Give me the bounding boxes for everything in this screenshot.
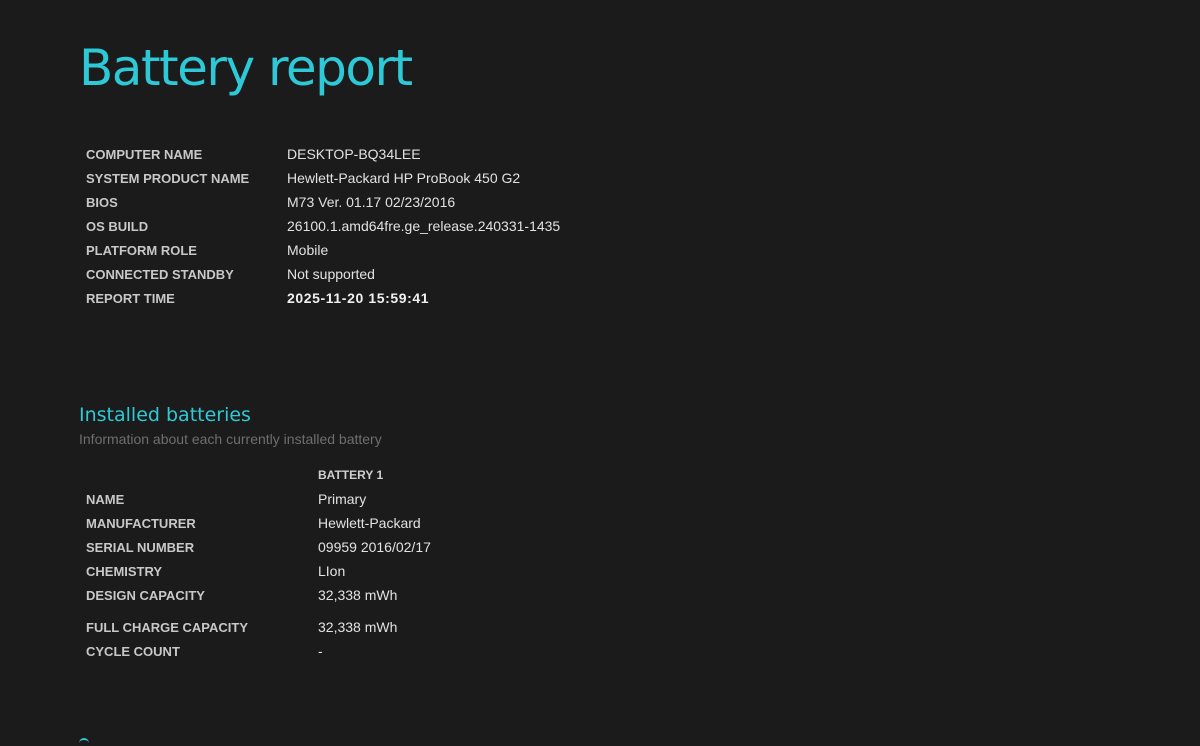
serial-number-label: SERIAL NUMBER xyxy=(86,539,195,555)
info-row-connected-standby: CONNECTED STANDBY Not supported xyxy=(86,262,560,286)
page-title: Battery report xyxy=(79,39,413,97)
bios-label: BIOS xyxy=(86,194,118,210)
battery-name-label: NAME xyxy=(86,491,125,507)
battery-header-row: BATTERY 1 xyxy=(86,463,431,487)
cycle-count-label: CYCLE COUNT xyxy=(86,643,180,659)
installed-batteries-subtitle: Information about each currently install… xyxy=(79,431,382,447)
report-time-value: 2025-11-20 15:59:41 xyxy=(287,290,430,306)
battery-row-design-capacity: DESIGN CAPACITY 32,338 mWh xyxy=(86,583,431,607)
battery-row-full-charge-capacity: FULL CHARGE CAPACITY 32,338 mWh xyxy=(86,615,431,639)
connected-standby-label: CONNECTED STANDBY xyxy=(86,266,234,282)
serial-number-value: 09959 2016/02/17 xyxy=(318,539,431,555)
manufacturer-label: MANUFACTURER xyxy=(86,515,196,531)
battery-name-value: Primary xyxy=(318,491,367,507)
installed-batteries-table: BATTERY 1 NAME Primary MANUFACTURER Hewl… xyxy=(86,463,431,663)
row-spacer xyxy=(86,607,431,615)
bios-value: M73 Ver. 01.17 02/23/2016 xyxy=(287,194,456,210)
info-row-computer-name: COMPUTER NAME DESKTOP-BQ34LEE xyxy=(86,142,560,166)
battery-row-name: NAME Primary xyxy=(86,487,431,511)
battery-header-spacer xyxy=(86,463,318,487)
info-row-system-product-name: SYSTEM PRODUCT NAME Hewlett-Packard HP P… xyxy=(86,166,560,190)
battery-1-column-header: BATTERY 1 xyxy=(318,468,384,482)
info-row-os-build: OS BUILD 26100.1.amd64fre.ge_release.240… xyxy=(86,214,560,238)
next-section-heading-peek xyxy=(79,738,89,746)
report-time-label: REPORT TIME xyxy=(86,290,175,306)
manufacturer-value: Hewlett-Packard xyxy=(318,515,421,531)
platform-role-label: PLATFORM ROLE xyxy=(86,242,197,258)
os-build-value: 26100.1.amd64fre.ge_release.240331-1435 xyxy=(287,218,561,234)
info-row-bios: BIOS M73 Ver. 01.17 02/23/2016 xyxy=(86,190,560,214)
computer-name-label: COMPUTER NAME xyxy=(86,146,203,162)
battery-row-cycle-count: CYCLE COUNT - xyxy=(86,639,431,663)
system-info-table: COMPUTER NAME DESKTOP-BQ34LEE SYSTEM PRO… xyxy=(86,142,560,310)
connected-standby-value: Not supported xyxy=(287,266,375,282)
design-capacity-label: DESIGN CAPACITY xyxy=(86,587,205,603)
design-capacity-value: 32,338 mWh xyxy=(318,587,398,603)
cycle-count-value: - xyxy=(318,643,323,659)
computer-name-value: DESKTOP-BQ34LEE xyxy=(287,146,421,162)
info-row-report-time: REPORT TIME 2025-11-20 15:59:41 xyxy=(86,286,560,310)
chemistry-value: LIon xyxy=(318,563,346,579)
installed-batteries-heading: Installed batteries xyxy=(79,404,251,426)
system-product-name-value: Hewlett-Packard HP ProBook 450 G2 xyxy=(287,170,521,186)
battery-row-serial-number: SERIAL NUMBER 09959 2016/02/17 xyxy=(86,535,431,559)
platform-role-value: Mobile xyxy=(287,242,329,258)
system-product-name-label: SYSTEM PRODUCT NAME xyxy=(86,170,250,186)
chemistry-label: CHEMISTRY xyxy=(86,563,163,579)
info-row-platform-role: PLATFORM ROLE Mobile xyxy=(86,238,560,262)
full-charge-capacity-value: 32,338 mWh xyxy=(318,619,398,635)
os-build-label: OS BUILD xyxy=(86,218,149,234)
full-charge-capacity-label: FULL CHARGE CAPACITY xyxy=(86,619,249,635)
battery-row-manufacturer: MANUFACTURER Hewlett-Packard xyxy=(86,511,431,535)
battery-row-chemistry: CHEMISTRY LIon xyxy=(86,559,431,583)
